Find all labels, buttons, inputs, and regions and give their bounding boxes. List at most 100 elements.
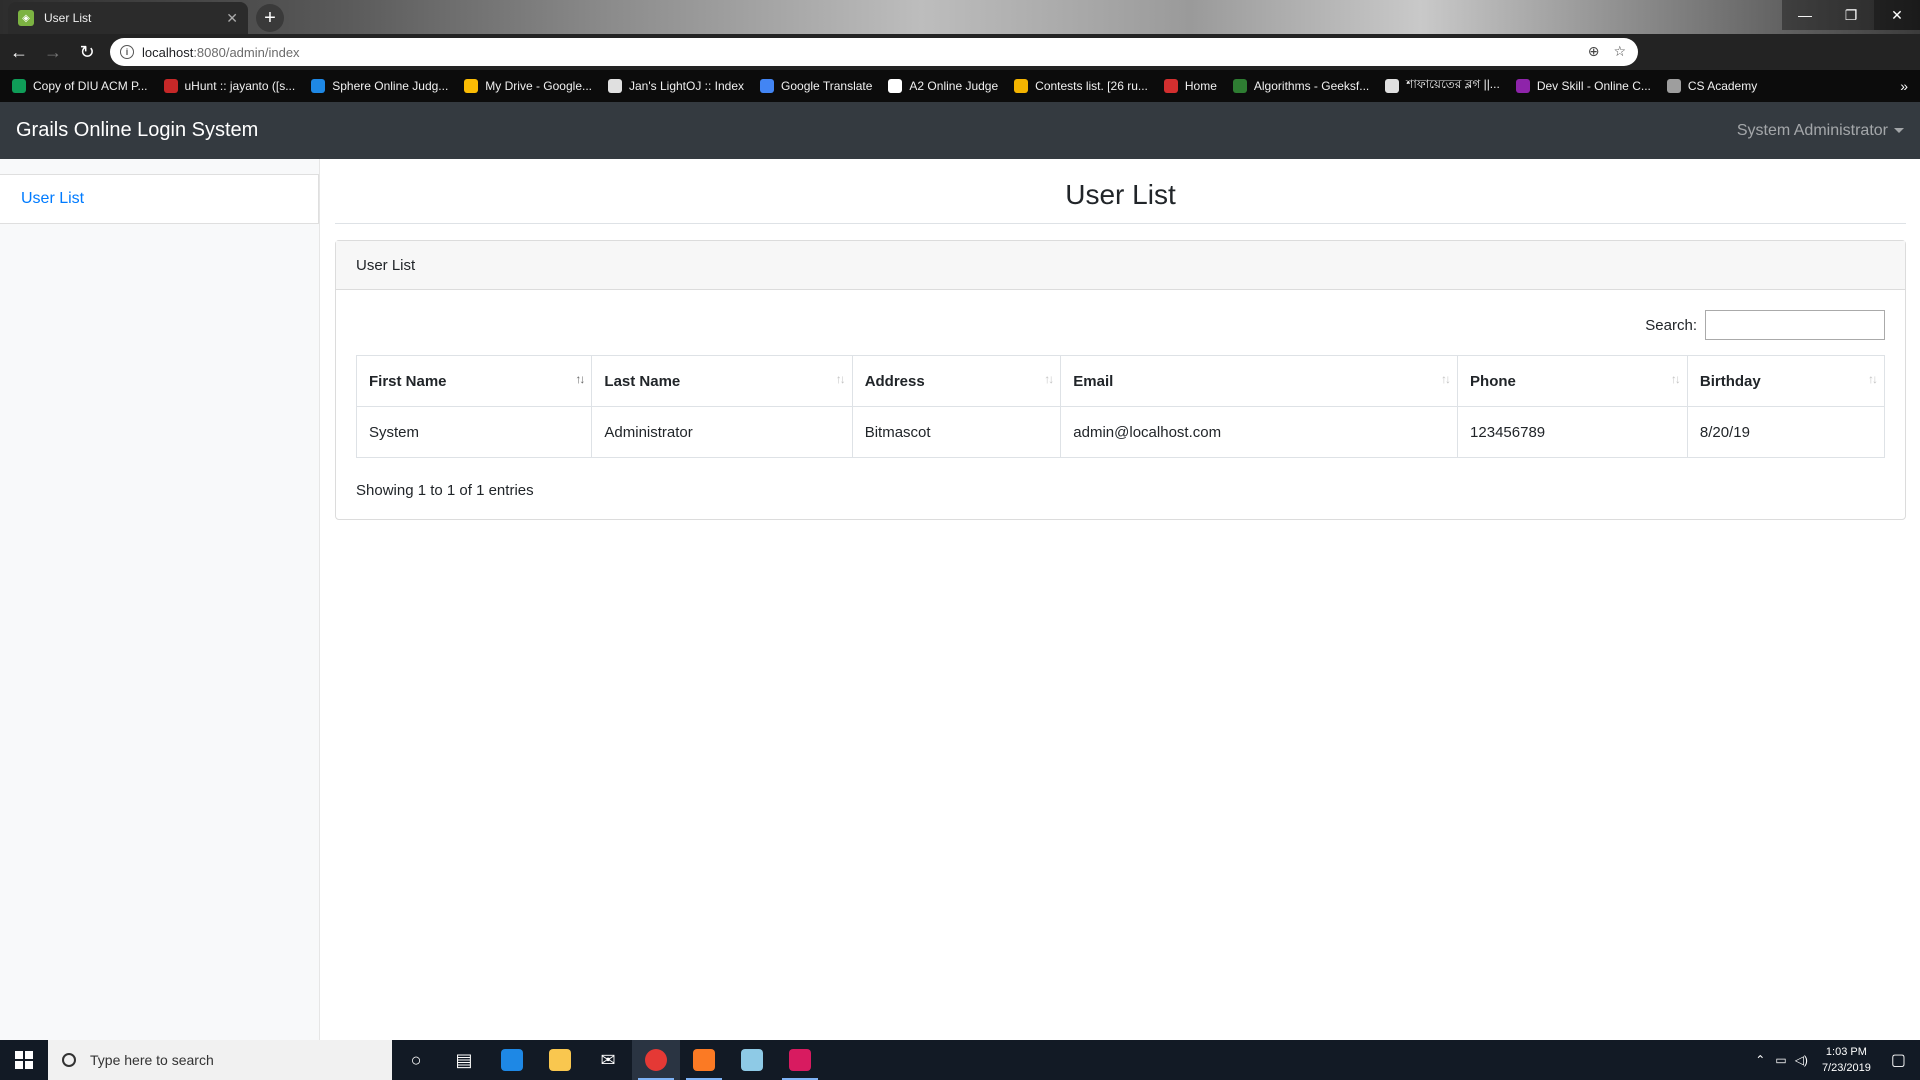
- windows-logo-icon: [15, 1051, 33, 1069]
- site-info-icon[interactable]: i: [120, 45, 134, 59]
- table-row: System Administrator Bitmascot admin@localh…: [355, 406, 1886, 458]
- column-header-label: Last Name: [604, 372, 681, 390]
- column-header[interactable]: Last Name ↑↓: [591, 355, 853, 407]
- bookmark-label: Dev Skill - Online C...: [1536, 79, 1651, 93]
- bookmark-item[interactable]: Algorithms - Geeksf...: [1232, 79, 1369, 93]
- bookmark-favicon-icon: [888, 79, 903, 93]
- column-header[interactable]: Address ↑↓: [851, 355, 1062, 407]
- bookmark-item[interactable]: uHunt :: jayanto ([s...: [163, 79, 295, 93]
- bookmark-item[interactable]: CS Academy: [1666, 79, 1757, 93]
- sort-arrows-icon: ↑↓: [1670, 372, 1681, 386]
- user-menu-dropdown[interactable]: System Administrator: [1737, 122, 1904, 140]
- search-input[interactable]: [1705, 310, 1885, 340]
- intellij-icon[interactable]: [776, 1040, 824, 1080]
- column-header[interactable]: Email ↑↓: [1060, 355, 1459, 407]
- table-header-row: First Name ↑↓ Last Name ↑↓ Address ↑↓ Email ↑↓ P…: [355, 355, 1886, 407]
- notification-icon[interactable]: ▢: [1891, 1050, 1906, 1070]
- bookmark-star-icon[interactable]: ☆: [1613, 43, 1626, 60]
- bookmark-favicon-icon: [1385, 79, 1400, 93]
- close-window-button[interactable]: ✕: [1874, 0, 1920, 30]
- user-table: First Name ↑↓ Last Name ↑↓ Address ↑↓ Email ↑↓ P…: [355, 355, 1886, 458]
- sidebar-item-user-list[interactable]: User List: [0, 174, 319, 224]
- sort-arrows-icon: ↑↓: [835, 372, 846, 386]
- clock-time: 1:03 PM: [1825, 1046, 1867, 1058]
- bookmark-item[interactable]: Sphere Online Judg...: [311, 79, 448, 93]
- file-explorer-icon[interactable]: [536, 1040, 584, 1080]
- address-bar[interactable]: i localhost:8080/admin/index ⊕ ☆: [110, 38, 1638, 66]
- chevron-up-icon[interactable]: ⌃: [1755, 1053, 1765, 1067]
- clock-date: 7/23/2019: [1821, 1062, 1871, 1074]
- table-cell: Bitmascot: [851, 406, 1062, 458]
- xampp-icon[interactable]: [680, 1040, 728, 1080]
- bookmark-label: শাফায়েতের ব্লগ ||...: [1406, 77, 1500, 91]
- bookmark-item[interactable]: Dev Skill - Online C...: [1515, 79, 1651, 93]
- app-brand[interactable]: Grails Online Login System: [16, 119, 258, 142]
- task-view-icon[interactable]: ▤: [440, 1040, 488, 1080]
- start-button[interactable]: [0, 1040, 48, 1080]
- new-tab-button[interactable]: +: [256, 4, 284, 32]
- user-menu-label: System Administrator: [1736, 121, 1888, 139]
- table-cell: 8/20/19: [1686, 406, 1886, 458]
- bookmark-item[interactable]: My Drive - Google...: [464, 79, 592, 93]
- reload-button[interactable]: ↻: [72, 37, 102, 67]
- column-header-label: Phone: [1470, 372, 1516, 390]
- table-cell: System: [355, 406, 593, 458]
- sidebar-item-label: User List: [21, 190, 85, 207]
- card-header: User List: [336, 241, 1905, 290]
- column-header[interactable]: Birthday ↑↓: [1686, 355, 1886, 407]
- bookmark-favicon-icon: [1666, 79, 1681, 93]
- bookmark-item[interactable]: শাফায়েতের ব্লগ ||...: [1385, 76, 1500, 96]
- browser-tab-strip: ◈ User List ✕ + — ❐ ✕: [0, 0, 1920, 34]
- column-header-label: Birthday: [1699, 372, 1761, 390]
- bookmark-favicon-icon: [1515, 79, 1530, 93]
- bookmark-favicon-icon: [1014, 79, 1029, 93]
- sort-arrows-icon: ↑↓: [1441, 372, 1451, 386]
- translate-icon[interactable]: ⊕: [1588, 43, 1600, 60]
- bookmark-label: Contests list. [26 ru...: [1035, 79, 1148, 93]
- close-tab-icon[interactable]: ✕: [226, 10, 238, 27]
- bookmark-item[interactable]: Home: [1163, 79, 1217, 93]
- table-body: System Administrator Bitmascot admin@localh…: [355, 406, 1886, 458]
- bookmark-favicon-icon: [760, 79, 775, 93]
- caret-down-icon: [1894, 128, 1904, 133]
- edge-icon[interactable]: [488, 1040, 536, 1080]
- bookmark-item[interactable]: Copy of DIU ACM P...: [12, 79, 148, 93]
- notepad-icon[interactable]: [728, 1040, 776, 1080]
- search-label: Search:: [1645, 316, 1697, 334]
- bookmark-favicon-icon: [608, 79, 622, 93]
- table-cell: 123456789: [1457, 406, 1688, 458]
- user-list-card: User List Search: First Name ↑↓ Last Name ↑…: [335, 240, 1906, 520]
- cortana-icon[interactable]: ○: [392, 1040, 440, 1080]
- windows-taskbar: Type here to search ○ ▤ ✉ ⌃ ▭ ◁) 1:03 PM…: [0, 1040, 1920, 1080]
- chrome-icon[interactable]: [632, 1040, 680, 1080]
- bookmarks-overflow-icon[interactable]: »: [1900, 78, 1908, 94]
- clock[interactable]: 1:03 PM 7/23/2019: [1822, 1044, 1871, 1076]
- taskbar-search-box[interactable]: Type here to search: [48, 1040, 392, 1080]
- sidebar: User List: [0, 159, 320, 1040]
- system-tray: ⌃ ▭ ◁) 1:03 PM 7/23/2019 ▢: [1755, 1040, 1920, 1080]
- card-body: Search: First Name ↑↓ Last Name ↑↓ Address ↑↓…: [336, 290, 1905, 519]
- browser-tab[interactable]: ◈ User List ✕: [8, 2, 248, 34]
- column-header[interactable]: Phone ↑↓: [1457, 355, 1688, 407]
- page-title: User List: [335, 159, 1906, 224]
- network-icon[interactable]: ▭: [1775, 1053, 1786, 1067]
- app-navbar: Grails Online Login System System Admini…: [0, 102, 1920, 159]
- bookmark-item[interactable]: Google Translate: [760, 79, 872, 93]
- table-cell: Administrator: [591, 406, 853, 458]
- bookmark-item[interactable]: A2 Online Judge: [888, 79, 998, 93]
- forward-button[interactable]: →: [38, 37, 68, 67]
- bookmark-item[interactable]: Jan's LightOJ :: Index: [608, 79, 744, 93]
- bookmark-label: Sphere Online Judg...: [332, 79, 449, 93]
- column-header-label: First Name: [369, 372, 447, 390]
- bookmark-label: Home: [1184, 79, 1217, 93]
- bookmark-favicon-icon: [311, 79, 326, 93]
- back-button[interactable]: ←: [4, 37, 34, 67]
- bookmark-item[interactable]: Contests list. [26 ru...: [1014, 79, 1148, 93]
- column-header[interactable]: First Name ↑↓: [355, 355, 593, 407]
- minimize-button[interactable]: —: [1782, 0, 1828, 30]
- mail-icon[interactable]: ✉: [584, 1040, 632, 1080]
- main-content: User List User List Search: First Name ↑↓…: [335, 159, 1906, 520]
- sort-arrows-icon: ↑↓: [1868, 372, 1878, 386]
- volume-icon[interactable]: ◁): [1795, 1053, 1808, 1067]
- restore-button[interactable]: ❐: [1828, 0, 1874, 30]
